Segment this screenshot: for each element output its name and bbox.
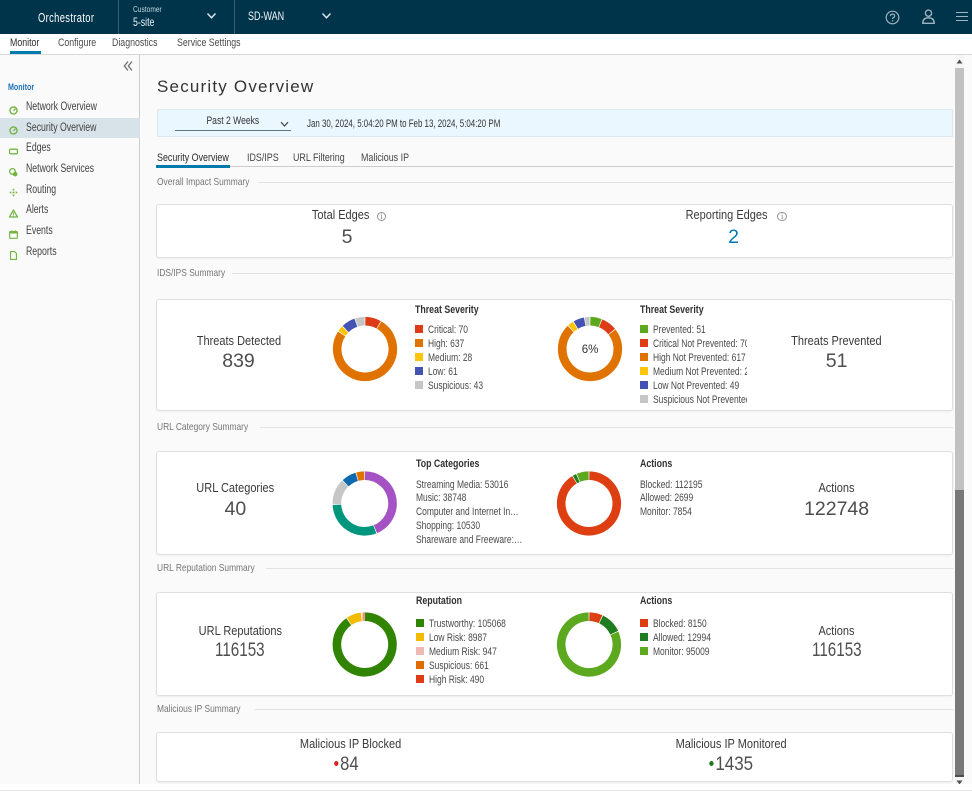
svg-text:6%: 6% [582, 344, 599, 356]
